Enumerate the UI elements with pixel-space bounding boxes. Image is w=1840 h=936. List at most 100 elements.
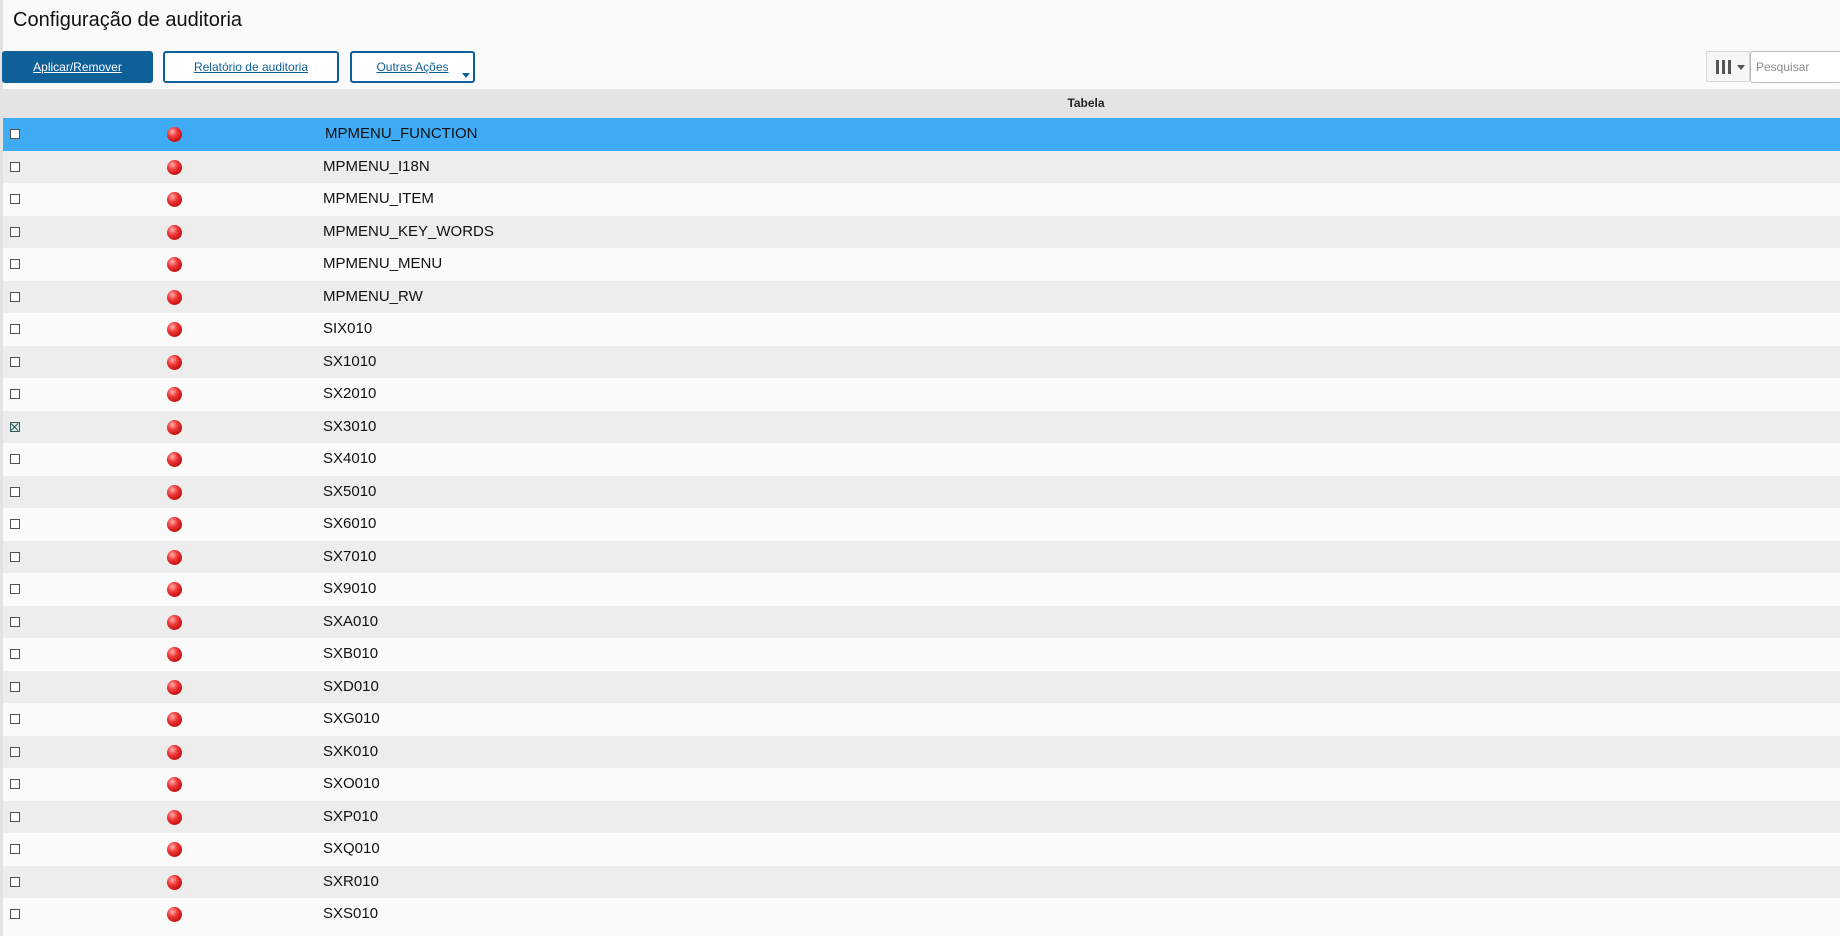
columns-icon <box>1716 60 1732 74</box>
table-row[interactable]: MPMENU_ITEM <box>3 183 1840 216</box>
row-checkbox[interactable] <box>10 291 20 302</box>
table-row[interactable]: SIX010 <box>3 313 1840 346</box>
column-picker-button[interactable] <box>1706 51 1750 82</box>
toolbar: Aplicar/Remover Relatório de auditoria O… <box>0 51 1840 83</box>
table-row[interactable]: SXQ010 <box>3 833 1840 866</box>
table-row[interactable]: SX5010 <box>3 475 1840 508</box>
caret-down-icon <box>462 73 470 78</box>
table-name-cell: SX9010 <box>323 580 377 597</box>
table-name-cell: SX7010 <box>323 547 377 565</box>
row-checkbox[interactable] <box>10 161 20 172</box>
status-dot-icon <box>167 224 182 240</box>
row-checkbox[interactable] <box>10 844 20 854</box>
table-name-cell: SXB010 <box>323 645 379 662</box>
table-row[interactable]: SX7010 <box>3 540 1840 573</box>
row-checkbox[interactable] <box>10 909 20 919</box>
other-actions-label: Outras Ações <box>376 60 449 74</box>
row-checkbox[interactable] <box>10 421 20 432</box>
status-dot-icon <box>167 582 182 597</box>
table-row[interactable]: SX9010 <box>3 573 1840 606</box>
table-row[interactable]: SXA010 <box>3 605 1840 638</box>
row-checkbox[interactable] <box>10 259 20 269</box>
apply-remove-button[interactable]: Aplicar/Remover <box>2 51 153 83</box>
status-dot-icon <box>167 354 182 370</box>
row-checkbox[interactable] <box>10 551 20 562</box>
row-checkbox[interactable] <box>10 714 20 724</box>
table-row[interactable]: MPMENU_FUNCTION <box>3 118 1840 151</box>
table-name-cell: SXG010 <box>323 710 380 727</box>
grid-body: MPMENU_FUNCTION MPMENU_I18N MPMENU_ITEM MPM… <box>3 118 1840 931</box>
table-row[interactable]: SXB010 <box>3 638 1840 671</box>
table-row[interactable]: SX1010 <box>3 345 1840 378</box>
search-input[interactable] <box>1750 51 1840 83</box>
row-checkbox[interactable] <box>10 779 20 789</box>
table-name-cell: SX5010 <box>323 482 377 500</box>
row-checkbox[interactable] <box>10 324 20 334</box>
status-dot-icon <box>167 289 182 305</box>
grid-header: Tabela <box>3 89 1840 119</box>
row-checkbox[interactable] <box>10 616 20 627</box>
table-row[interactable]: MPMENU_RW <box>3 280 1840 313</box>
table-name-cell: MPMENU_ITEM <box>323 190 434 207</box>
row-checkbox[interactable] <box>10 356 20 367</box>
status-dot-icon <box>167 452 182 467</box>
table-name-cell: SX6010 <box>323 515 377 532</box>
row-checkbox[interactable] <box>10 746 20 757</box>
status-dot-icon <box>167 744 182 760</box>
status-dot-icon <box>167 549 182 565</box>
status-dot-icon <box>167 484 182 500</box>
table-row[interactable]: SXR010 <box>3 865 1840 898</box>
table-name-cell: SIX010 <box>323 320 373 337</box>
table-row[interactable]: SXP010 <box>3 800 1840 833</box>
table-row[interactable]: SXS010 <box>3 898 1840 931</box>
row-checkbox[interactable] <box>10 681 20 692</box>
table-row[interactable]: SXG010 <box>3 703 1840 736</box>
page-title: Configuração de auditoria <box>13 9 243 31</box>
table-name-cell: SX4010 <box>323 450 377 467</box>
table-name-cell: SX1010 <box>323 352 377 370</box>
table-name-cell: SXP010 <box>323 807 379 825</box>
status-dot-icon <box>167 679 182 695</box>
row-checkbox[interactable] <box>10 454 20 464</box>
status-dot-icon <box>167 192 182 207</box>
row-checkbox[interactable] <box>10 584 20 594</box>
other-actions-button[interactable]: Outras Ações <box>350 51 475 83</box>
row-checkbox[interactable] <box>10 486 20 497</box>
status-dot-icon <box>167 647 182 662</box>
table-row[interactable]: SX4010 <box>3 443 1840 476</box>
row-checkbox[interactable] <box>10 876 20 887</box>
table-row[interactable]: SXK010 <box>3 735 1840 768</box>
row-checkbox[interactable] <box>10 129 20 139</box>
row-checkbox[interactable] <box>10 811 20 822</box>
status-dot-icon <box>167 127 182 142</box>
table-name-cell: SX2010 <box>323 385 377 402</box>
status-dot-icon <box>167 842 182 857</box>
status-dot-icon <box>167 777 182 792</box>
row-checkbox[interactable] <box>10 519 20 529</box>
table-row[interactable]: SX2010 <box>3 378 1840 411</box>
row-checkbox[interactable] <box>10 226 20 237</box>
column-header-tabela[interactable]: Tabela <box>3 89 1840 118</box>
table-row[interactable]: SX3010 <box>3 410 1840 443</box>
row-checkbox[interactable] <box>10 389 20 399</box>
table-name-cell: MPMENU_FUNCTION <box>325 125 478 142</box>
table-row[interactable]: MPMENU_KEY_WORDS <box>3 215 1840 248</box>
table-name-cell: SXK010 <box>323 742 379 760</box>
table-row[interactable]: SXD010 <box>3 670 1840 703</box>
status-dot-icon <box>167 712 182 727</box>
table-row[interactable]: SX6010 <box>3 508 1840 541</box>
status-dot-icon <box>167 874 182 890</box>
row-checkbox[interactable] <box>10 194 20 204</box>
table-name-cell: SXD010 <box>323 677 379 695</box>
status-dot-icon <box>167 387 182 402</box>
audit-report-button[interactable]: Relatório de auditoria <box>163 51 339 83</box>
table-row[interactable]: MPMENU_MENU <box>3 248 1840 281</box>
table-row[interactable]: MPMENU_I18N <box>3 150 1840 183</box>
table-name-cell: MPMENU_KEY_WORDS <box>323 222 494 240</box>
status-dot-icon <box>167 257 182 272</box>
table-name-cell: SXO010 <box>323 775 380 792</box>
row-checkbox[interactable] <box>10 649 20 659</box>
status-dot-icon <box>167 907 182 922</box>
table-name-cell: SXR010 <box>323 872 379 890</box>
table-row[interactable]: SXO010 <box>3 768 1840 801</box>
